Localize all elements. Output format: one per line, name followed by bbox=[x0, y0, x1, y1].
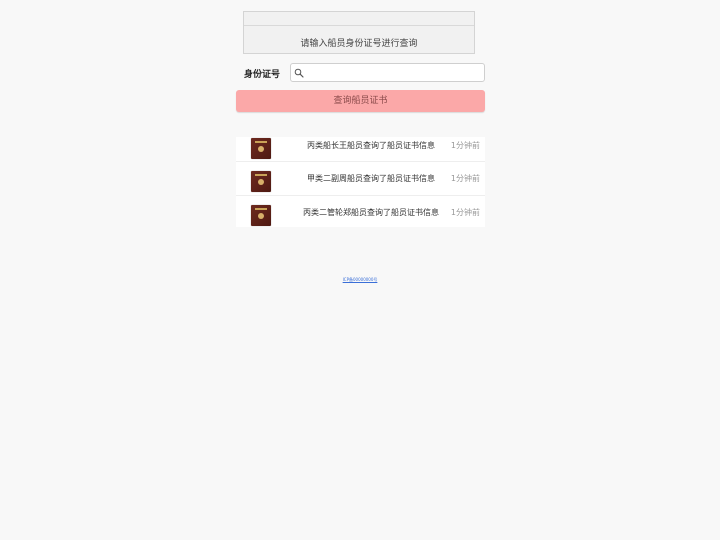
feed-item-text: 丙类船长王船员查询了船员证书信息 bbox=[307, 141, 435, 150]
id-number-label: 身份证号 bbox=[244, 70, 281, 80]
list-item: 甲类二副周船员查询了船员证书信息 1分钟前 bbox=[236, 162, 485, 196]
search-icon bbox=[294, 68, 304, 78]
feed-item-time: 1分钟前 bbox=[450, 141, 480, 150]
feed-item-time: 1分钟前 bbox=[450, 174, 480, 183]
id-number-row: 身份证号 bbox=[243, 63, 485, 82]
notice-text: 请输入船员身份证号进行查询 bbox=[300, 39, 418, 49]
certificate-icon bbox=[251, 205, 271, 226]
list-item: 丙类二管轮郑船员查询了船员证书信息 1分钟前 bbox=[236, 196, 485, 227]
query-certificate-button[interactable]: 查询船员证书 bbox=[236, 90, 485, 112]
certificate-icon bbox=[251, 138, 271, 159]
id-number-input-wrapper[interactable] bbox=[290, 63, 485, 82]
query-feed-list: 丙类船长王船员查询了船员证书信息 1分钟前 甲类二副周船员查询了船员证书信息 1… bbox=[236, 137, 485, 227]
feed-item-text: 甲类二副周船员查询了船员证书信息 bbox=[307, 174, 435, 183]
id-number-input[interactable] bbox=[305, 65, 481, 80]
feed-item-text: 丙类二管轮郑船员查询了船员证书信息 bbox=[303, 208, 439, 217]
feed-item-time: 1分钟前 bbox=[450, 208, 480, 217]
icp-footer-link[interactable]: ICP备00000000号 bbox=[300, 277, 420, 283]
certificate-icon bbox=[251, 171, 271, 192]
list-item: 丙类船长王船员查询了船员证书信息 1分钟前 bbox=[236, 137, 485, 162]
notice-box: 请输入船员身份证号进行查询 bbox=[243, 11, 475, 54]
notice-divider bbox=[244, 25, 474, 26]
page: 请输入船员身份证号进行查询 身份证号 查询船员证书 丙类船长王船员查询了船员证书… bbox=[0, 0, 720, 540]
